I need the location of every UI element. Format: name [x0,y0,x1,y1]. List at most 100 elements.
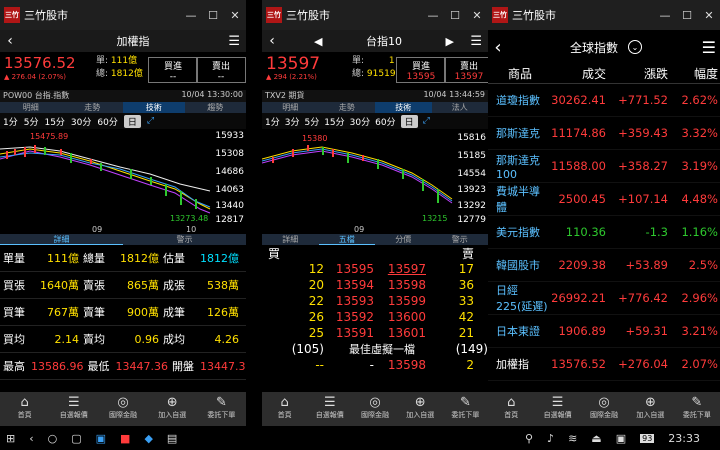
app-icon[interactable]: ■ [120,432,130,445]
col-header[interactable]: 商品 [488,65,550,82]
table-row[interactable]: 日經225(延遲) 26992.21 +776.42 2.96% [488,282,720,315]
table-row[interactable]: 那斯達克100 11588.00 +358.27 3.19% [488,150,720,183]
nav-global[interactable]: ◎ 國際金融 [581,392,627,426]
ob-row[interactable]: 12 13595 13597 17 [262,261,488,277]
sell-button[interactable]: 賣出 13597 [444,57,488,83]
period-60m[interactable]: 60分 [97,115,117,128]
period-1m[interactable]: 1分 [3,115,18,128]
period-30m[interactable]: 30分 [71,115,91,128]
back-nav-icon[interactable]: ‹ [29,432,33,445]
minimize-icon[interactable]: — [654,9,676,22]
dropdown-icon[interactable]: ⌄ [628,40,643,54]
subtab-detail[interactable]: 詳細 [262,234,319,245]
col-header[interactable]: 漲跌 [606,65,668,82]
kline-chart[interactable]: 15475.89 13273.48 15933 15308 14686 14063 13… [0,129,246,225]
tab-trend[interactable]: 走勢 [62,102,124,113]
period-day[interactable]: 日 [123,114,141,128]
back-icon[interactable]: ‹ [0,33,20,49]
period-30m[interactable]: 30分 [350,115,370,128]
tab-tendency[interactable]: 趨勢 [185,102,247,113]
order-icon: ✎ [459,395,471,410]
period-60m[interactable]: 60分 [375,115,395,128]
kline-chart[interactable]: 15380 13215 15816 15185 14554 13923 13292 127… [262,129,488,225]
tab-institutional[interactable]: 法人 [432,102,489,113]
menu-icon[interactable]: ☰ [228,34,240,49]
ob-row[interactable]: 26 13592 13600 42 [262,309,488,325]
period-3m[interactable]: 3分 [285,115,300,128]
nav-global[interactable]: ◎ 國際金融 [352,392,397,426]
expand-icon[interactable]: ⤢ [423,116,430,126]
maximize-icon[interactable]: ☐ [676,9,698,22]
nav-home[interactable]: ⌂ 首頁 [262,392,307,426]
expand-icon[interactable]: ⤢ [147,116,154,126]
volume-icon[interactable]: ♪ [547,432,554,445]
back-icon[interactable]: ‹ [488,37,508,58]
app-icon[interactable]: ◆ [144,432,152,445]
subtab-price[interactable]: 分價 [375,234,432,245]
table-row[interactable]: 美元指數 110.36 -1.3 1.16% [488,216,720,249]
table-row[interactable]: 加權指 13576.52 +276.04 2.07% [488,348,720,381]
ob-row[interactable]: 25 13591 13601 21 [262,325,488,341]
subtab-five[interactable]: 五檔 [318,234,375,245]
nav-add[interactable]: ⊕ 加入自選 [627,392,673,426]
table-row[interactable]: 日本東證 1906.89 +59.31 3.21% [488,315,720,348]
home-nav-icon[interactable]: ○ [48,432,58,445]
menu-icon[interactable]: ☰ [470,34,482,49]
screenshot-icon[interactable]: ▣ [616,432,626,445]
period-15m[interactable]: 15分 [324,115,344,128]
buy-button[interactable]: 買進 13595 [396,57,446,83]
tab-trend[interactable]: 走勢 [319,102,376,113]
nav-order[interactable]: ✎ 委託下單 [674,392,720,426]
close-icon[interactable]: ✕ [698,9,720,22]
col-header[interactable]: 成交 [550,65,606,82]
close-icon[interactable]: ✕ [466,9,488,22]
table-row[interactable]: 韓國股市 2209.38 +53.89 2.5% [488,249,720,282]
start-icon[interactable]: ⊞ [6,432,15,445]
minimize-icon[interactable]: — [180,9,202,22]
back-icon[interactable]: ‹ [262,33,282,49]
minimize-icon[interactable]: — [422,9,444,22]
subtab-alert[interactable]: 警示 [432,234,489,245]
close-icon[interactable]: ✕ [224,9,246,22]
sell-button[interactable]: 賣出 -- [196,57,246,83]
eject-icon[interactable]: ⏏ [591,432,601,445]
tab-detail[interactable]: 明細 [262,102,319,113]
nav-watchlist[interactable]: ☰ 自選報價 [307,392,352,426]
search-icon[interactable]: ⚲ [525,432,533,445]
table-row[interactable]: 那斯達克 11174.86 +359.43 3.32% [488,117,720,150]
maximize-icon[interactable]: ☐ [444,9,466,22]
period-day[interactable]: 日 [400,114,418,128]
period-1m[interactable]: 1分 [265,115,280,128]
subtab-alert[interactable]: 警示 [123,234,246,245]
nav-home[interactable]: ⌂ 首頁 [0,392,49,426]
nav-order[interactable]: ✎ 委託下單 [443,392,488,426]
nav-add[interactable]: ⊕ 加入自選 [148,392,197,426]
tab-technical[interactable]: 技術 [123,102,185,113]
menu-icon[interactable]: ☰ [702,38,716,57]
col-header[interactable]: 幅度 [668,65,720,82]
nav-order[interactable]: ✎ 委託下單 [197,392,246,426]
nav-add[interactable]: ⊕ 加入自選 [398,392,443,426]
table-row[interactable]: 費城半導體 2500.45 +107.14 4.48% [488,183,720,216]
recent-icon[interactable]: ▢ [71,432,81,445]
buy-button[interactable]: 買進 -- [148,57,198,83]
nav-watchlist[interactable]: ☰ 自選報價 [49,392,98,426]
tab-detail[interactable]: 明細 [0,102,62,113]
nav-global[interactable]: ◎ 國際金融 [98,392,147,426]
prev-icon[interactable]: ◀ [314,35,322,48]
wifi-icon[interactable]: ≋ [568,432,577,445]
nav-home[interactable]: ⌂ 首頁 [488,392,534,426]
subtab-detail[interactable]: 詳細 [0,234,123,245]
period-15m[interactable]: 15分 [44,115,64,128]
period-5m[interactable]: 5分 [304,115,319,128]
app-icon[interactable]: ▣ [96,432,106,445]
period-5m[interactable]: 5分 [24,115,39,128]
ob-row[interactable]: 20 13594 13598 36 [262,277,488,293]
tab-technical[interactable]: 技術 [375,102,432,113]
table-row[interactable]: 道瓊指數 30262.41 +771.52 2.62% [488,84,720,117]
next-icon[interactable]: ▶ [446,35,454,48]
ob-row[interactable]: 22 13593 13599 33 [262,293,488,309]
nav-watchlist[interactable]: ☰ 自選報價 [534,392,580,426]
maximize-icon[interactable]: ☐ [202,9,224,22]
app-icon[interactable]: ▤ [167,432,177,445]
